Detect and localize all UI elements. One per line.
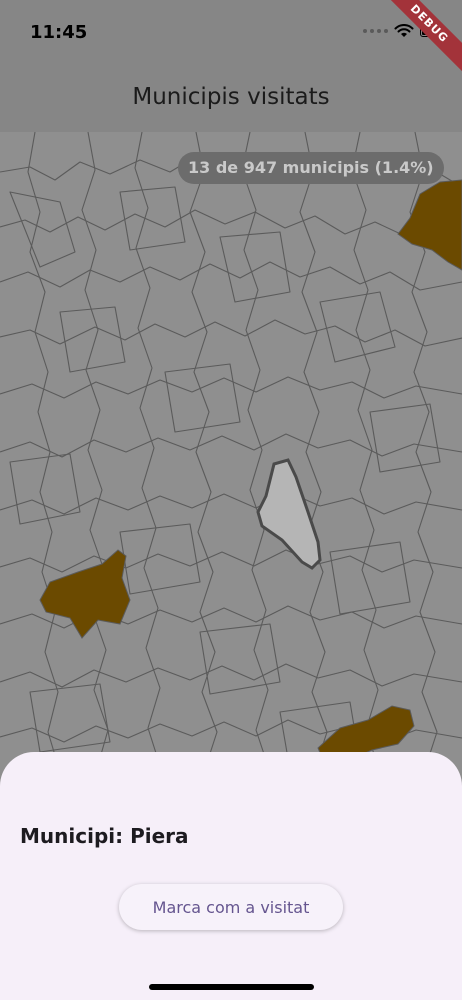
municipality-map[interactable] — [0, 132, 462, 772]
status-bar: 11:45 — [0, 0, 462, 62]
app-screen: 11:45 DEBUG Municipis visitats 13 de 947… — [0, 0, 462, 1000]
visited-region-west[interactable] — [39, 549, 131, 639]
map-canvas[interactable] — [0, 132, 462, 772]
visited-region-northeast[interactable] — [397, 179, 462, 271]
page-title: Municipis visitats — [132, 84, 330, 110]
mark-visited-button[interactable]: Marca com a visitat — [119, 884, 343, 930]
wifi-icon — [394, 24, 414, 37]
bottom-sheet: Municipi: Piera Marca com a visitat — [0, 752, 462, 1000]
municipality-borders — [0, 132, 462, 772]
status-time: 11:45 — [30, 22, 88, 43]
app-bar: Municipis visitats — [0, 62, 462, 132]
selected-municipality-label: Municipi: Piera — [20, 824, 189, 848]
visited-counter-badge: 13 de 947 municipis (1.4%) — [178, 152, 444, 184]
home-indicator[interactable] — [149, 984, 314, 990]
signal-dots-icon — [363, 29, 388, 33]
